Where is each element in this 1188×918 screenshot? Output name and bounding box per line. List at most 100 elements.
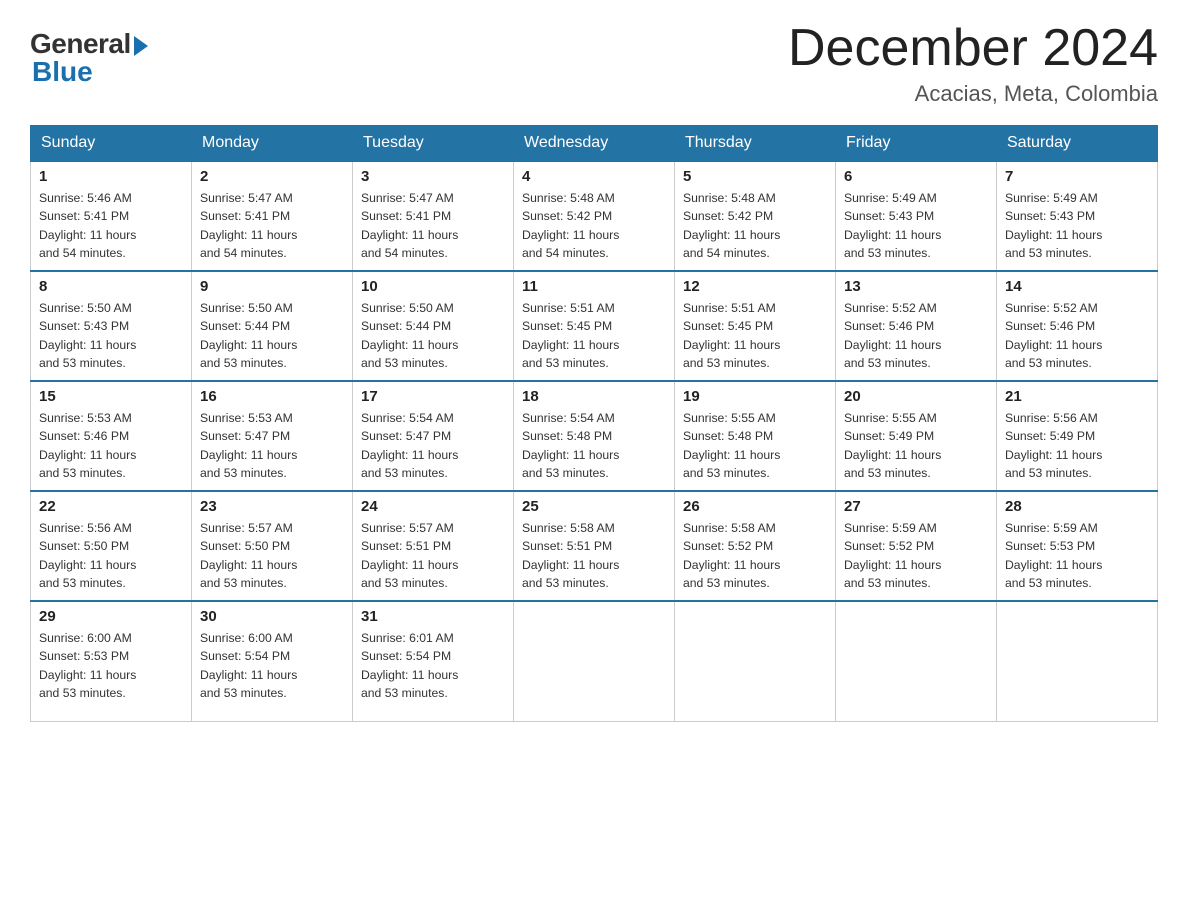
calendar-cell: 28 Sunrise: 5:59 AMSunset: 5:53 PMDayligh…	[997, 491, 1158, 601]
day-number: 17	[361, 388, 505, 405]
day-info: Sunrise: 6:00 AMSunset: 5:54 PMDaylight:…	[200, 629, 344, 702]
location-title: Acacias, Meta, Colombia	[788, 81, 1158, 107]
day-info: Sunrise: 5:56 AMSunset: 5:49 PMDaylight:…	[1005, 409, 1149, 482]
calendar-cell: 21 Sunrise: 5:56 AMSunset: 5:49 PMDayligh…	[997, 381, 1158, 491]
day-number: 14	[1005, 278, 1149, 295]
day-info: Sunrise: 5:58 AMSunset: 5:51 PMDaylight:…	[522, 519, 666, 592]
calendar-cell: 17 Sunrise: 5:54 AMSunset: 5:47 PMDayligh…	[353, 381, 514, 491]
calendar-cell: 1Sunrise: 5:46 AMSunset: 5:41 PMDaylight…	[31, 161, 192, 271]
calendar-cell: 11Sunrise: 5:51 AMSunset: 5:45 PMDayligh…	[514, 271, 675, 381]
calendar-cell: 7Sunrise: 5:49 AMSunset: 5:43 PMDaylight…	[997, 161, 1158, 271]
day-number: 16	[200, 388, 344, 405]
calendar-cell: 12 Sunrise: 5:51 AMSunset: 5:45 PMDayligh…	[675, 271, 836, 381]
calendar-cell: 29 Sunrise: 6:00 AMSunset: 5:53 PMDayligh…	[31, 601, 192, 721]
day-info: Sunrise: 5:53 AMSunset: 5:46 PMDaylight:…	[39, 409, 183, 482]
day-info: Sunrise: 5:51 AMSunset: 5:45 PMDaylight:…	[683, 299, 827, 372]
calendar-cell: 5 Sunrise: 5:48 AMSunset: 5:42 PMDaylight…	[675, 161, 836, 271]
month-title: December 2024	[788, 20, 1158, 77]
calendar-cell: 20 Sunrise: 5:55 AMSunset: 5:49 PMDayligh…	[836, 381, 997, 491]
calendar-week-row: 22Sunrise: 5:56 AMSunset: 5:50 PMDayligh…	[31, 491, 1158, 601]
day-number: 31	[361, 608, 505, 625]
day-number: 22	[39, 498, 183, 515]
day-info: Sunrise: 5:57 AMSunset: 5:51 PMDaylight:…	[361, 519, 505, 592]
day-info: Sunrise: 5:48 AMSunset: 5:42 PMDaylight:…	[522, 189, 666, 262]
logo: General Blue	[30, 28, 148, 88]
calendar-cell: 9Sunrise: 5:50 AMSunset: 5:44 PMDaylight…	[192, 271, 353, 381]
calendar-cell: 19 Sunrise: 5:55 AMSunset: 5:48 PMDayligh…	[675, 381, 836, 491]
calendar-header-wednesday: Wednesday	[514, 126, 675, 162]
day-info: Sunrise: 5:59 AMSunset: 5:52 PMDaylight:…	[844, 519, 988, 592]
calendar-cell: 15 Sunrise: 5:53 AMSunset: 5:46 PMDayligh…	[31, 381, 192, 491]
calendar-header-sunday: Sunday	[31, 126, 192, 162]
calendar-week-row: 8Sunrise: 5:50 AMSunset: 5:43 PMDaylight…	[31, 271, 1158, 381]
day-info: Sunrise: 5:49 AMSunset: 5:43 PMDaylight:…	[1005, 189, 1149, 262]
calendar-header-row: SundayMondayTuesdayWednesdayThursdayFrid…	[31, 126, 1158, 162]
day-info: Sunrise: 5:47 AMSunset: 5:41 PMDaylight:…	[200, 189, 344, 262]
day-number: 12	[683, 278, 827, 295]
calendar-cell: 25Sunrise: 5:58 AMSunset: 5:51 PMDayligh…	[514, 491, 675, 601]
day-info: Sunrise: 5:55 AMSunset: 5:49 PMDaylight:…	[844, 409, 988, 482]
calendar-cell: 4 Sunrise: 5:48 AMSunset: 5:42 PMDaylight…	[514, 161, 675, 271]
calendar-cell: 16 Sunrise: 5:53 AMSunset: 5:47 PMDayligh…	[192, 381, 353, 491]
day-info: Sunrise: 5:52 AMSunset: 5:46 PMDaylight:…	[844, 299, 988, 372]
calendar-cell: 22Sunrise: 5:56 AMSunset: 5:50 PMDayligh…	[31, 491, 192, 601]
calendar-header-monday: Monday	[192, 126, 353, 162]
day-number: 5	[683, 168, 827, 185]
day-number: 8	[39, 278, 183, 295]
day-number: 2	[200, 168, 344, 185]
day-number: 3	[361, 168, 505, 185]
calendar-header-thursday: Thursday	[675, 126, 836, 162]
calendar-cell	[836, 601, 997, 721]
day-number: 28	[1005, 498, 1149, 515]
day-number: 15	[39, 388, 183, 405]
calendar-cell: 10 Sunrise: 5:50 AMSunset: 5:44 PMDayligh…	[353, 271, 514, 381]
day-info: Sunrise: 5:48 AMSunset: 5:42 PMDaylight:…	[683, 189, 827, 262]
day-info: Sunrise: 6:00 AMSunset: 5:53 PMDaylight:…	[39, 629, 183, 702]
day-info: Sunrise: 5:55 AMSunset: 5:48 PMDaylight:…	[683, 409, 827, 482]
day-number: 26	[683, 498, 827, 515]
day-info: Sunrise: 5:59 AMSunset: 5:53 PMDaylight:…	[1005, 519, 1149, 592]
calendar-cell	[675, 601, 836, 721]
day-number: 20	[844, 388, 988, 405]
calendar-cell: 3 Sunrise: 5:47 AMSunset: 5:41 PMDaylight…	[353, 161, 514, 271]
calendar-cell: 27 Sunrise: 5:59 AMSunset: 5:52 PMDayligh…	[836, 491, 997, 601]
calendar-cell: 18 Sunrise: 5:54 AMSunset: 5:48 PMDayligh…	[514, 381, 675, 491]
day-number: 11	[522, 278, 666, 295]
logo-arrow-icon	[134, 36, 148, 56]
day-info: Sunrise: 5:47 AMSunset: 5:41 PMDaylight:…	[361, 189, 505, 262]
day-number: 19	[683, 388, 827, 405]
day-number: 10	[361, 278, 505, 295]
calendar-cell	[997, 601, 1158, 721]
calendar-cell: 31 Sunrise: 6:01 AMSunset: 5:54 PMDayligh…	[353, 601, 514, 721]
day-number: 21	[1005, 388, 1149, 405]
calendar-week-row: 29 Sunrise: 6:00 AMSunset: 5:53 PMDayligh…	[31, 601, 1158, 721]
day-info: Sunrise: 6:01 AMSunset: 5:54 PMDaylight:…	[361, 629, 505, 702]
day-number: 4	[522, 168, 666, 185]
day-number: 29	[39, 608, 183, 625]
calendar-cell: 8Sunrise: 5:50 AMSunset: 5:43 PMDaylight…	[31, 271, 192, 381]
day-number: 9	[200, 278, 344, 295]
logo-blue-text: Blue	[32, 56, 93, 88]
calendar-header-tuesday: Tuesday	[353, 126, 514, 162]
day-number: 23	[200, 498, 344, 515]
page-header: General Blue December 2024 Acacias, Meta…	[30, 20, 1158, 107]
day-info: Sunrise: 5:54 AMSunset: 5:48 PMDaylight:…	[522, 409, 666, 482]
day-info: Sunrise: 5:57 AMSunset: 5:50 PMDaylight:…	[200, 519, 344, 592]
calendar-cell: 2 Sunrise: 5:47 AMSunset: 5:41 PMDaylight…	[192, 161, 353, 271]
calendar-header-friday: Friday	[836, 126, 997, 162]
day-number: 27	[844, 498, 988, 515]
day-info: Sunrise: 5:53 AMSunset: 5:47 PMDaylight:…	[200, 409, 344, 482]
day-info: Sunrise: 5:50 AMSunset: 5:44 PMDaylight:…	[361, 299, 505, 372]
calendar-week-row: 1Sunrise: 5:46 AMSunset: 5:41 PMDaylight…	[31, 161, 1158, 271]
calendar-cell: 24 Sunrise: 5:57 AMSunset: 5:51 PMDayligh…	[353, 491, 514, 601]
calendar-cell: 14Sunrise: 5:52 AMSunset: 5:46 PMDayligh…	[997, 271, 1158, 381]
title-block: December 2024 Acacias, Meta, Colombia	[788, 20, 1158, 107]
day-number: 24	[361, 498, 505, 515]
day-info: Sunrise: 5:54 AMSunset: 5:47 PMDaylight:…	[361, 409, 505, 482]
calendar-header-saturday: Saturday	[997, 126, 1158, 162]
calendar-cell	[514, 601, 675, 721]
calendar-table: SundayMondayTuesdayWednesdayThursdayFrid…	[30, 125, 1158, 722]
calendar-cell: 23 Sunrise: 5:57 AMSunset: 5:50 PMDayligh…	[192, 491, 353, 601]
calendar-week-row: 15 Sunrise: 5:53 AMSunset: 5:46 PMDayligh…	[31, 381, 1158, 491]
day-number: 18	[522, 388, 666, 405]
